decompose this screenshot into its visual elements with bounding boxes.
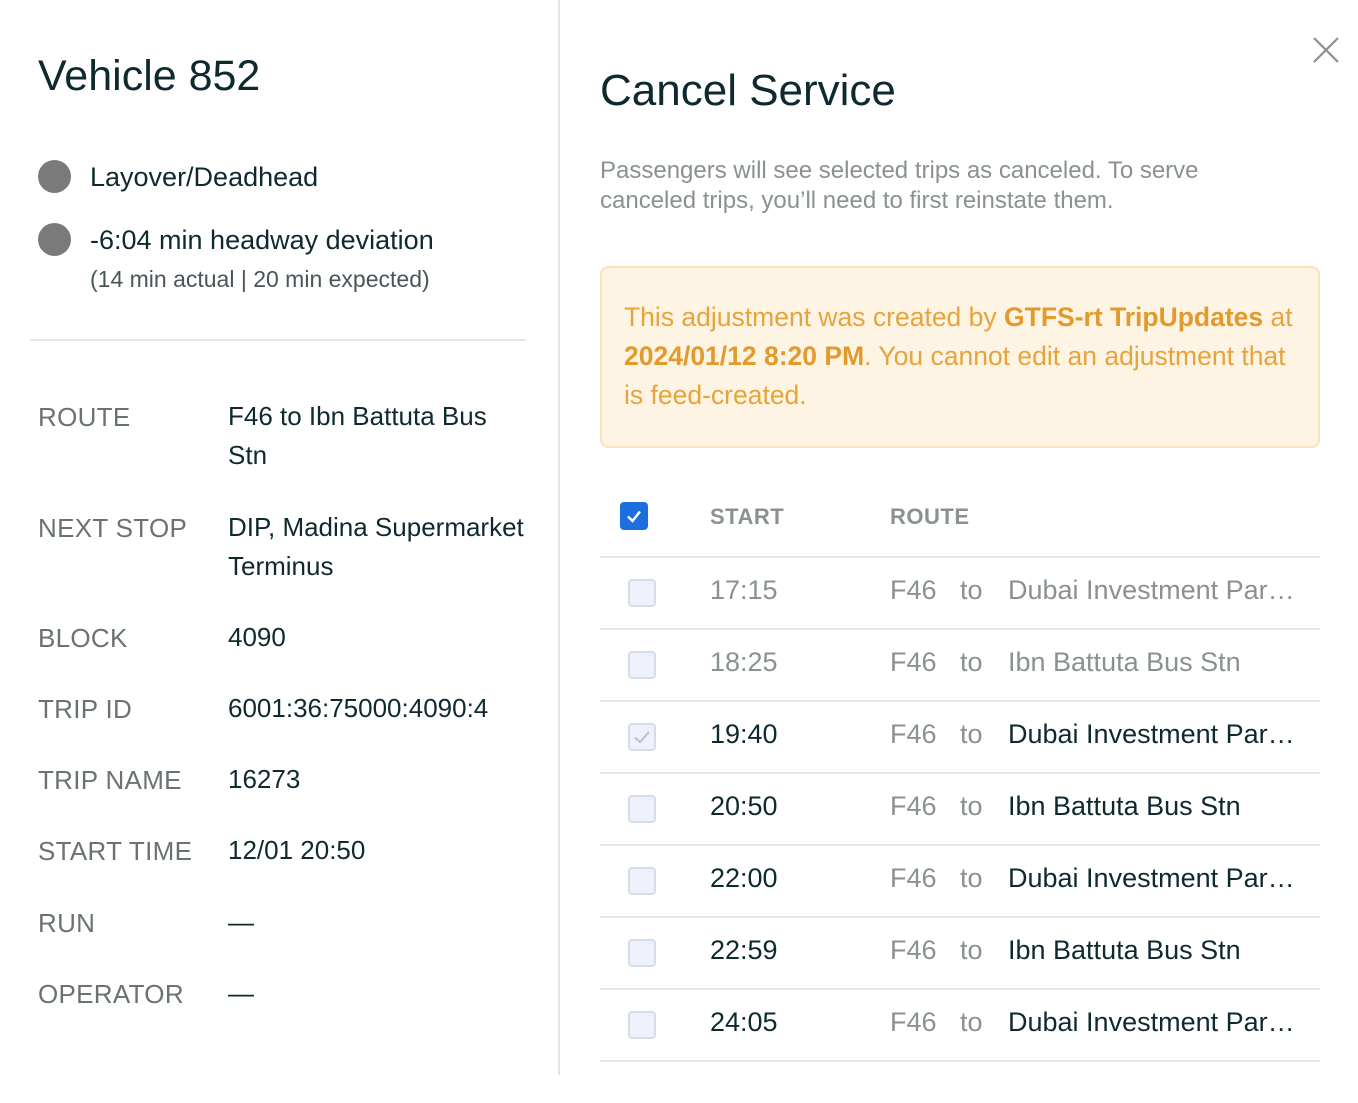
detail-label-trip-name: TRIP NAME	[38, 765, 182, 795]
table-row[interactable]: 22:59 F46 to Ibn Battuta Bus Stn	[600, 918, 1320, 990]
detail-value-trip-name: 16273	[228, 764, 301, 794]
trip-start-time: 24:05	[710, 1007, 778, 1037]
trip-to-label: to	[960, 791, 983, 821]
row-checkbox[interactable]	[628, 651, 656, 679]
trip-route: F46	[890, 575, 937, 605]
table-row[interactable]: 19:40 F46 to Dubai Investment Park (DIP), M…	[600, 702, 1320, 774]
feed-created-alert: This adjustment was created by GTFS-rt T…	[600, 266, 1320, 448]
trip-destination: Ibn Battuta Bus Stn	[1008, 935, 1241, 965]
trip-destination: Ibn Battuta Bus Stn	[1008, 647, 1241, 677]
status-primary-text: Layover/Deadhead	[90, 162, 319, 192]
trip-to-label: to	[960, 719, 983, 749]
trip-route: F46	[890, 647, 937, 677]
alert-text-pre: This adjustment was created by	[624, 302, 1005, 332]
detail-value-operator: —	[228, 978, 254, 1008]
trip-start-time: 18:25	[710, 647, 778, 677]
trip-destination: Dubai Investment Park (DIP), Madina Supe…	[1008, 719, 1298, 749]
detail-label-next-stop: NEXT STOP	[38, 513, 188, 543]
detail-value-route: F46 to Ibn Battuta Bus Stn	[228, 401, 487, 470]
status-dot-icon	[38, 160, 71, 193]
status-layover: Layover/Deadhead	[38, 160, 318, 194]
detail-label-route: ROUTE	[38, 402, 131, 432]
trip-destination: Dubai Investment Park (DIP), Madina Supe…	[1008, 1007, 1298, 1037]
trip-destination: Dubai Investment Park (DIP), Madina Supe…	[1008, 575, 1298, 605]
detail-label-trip-id: TRIP ID	[38, 694, 133, 724]
trip-route: F46	[890, 1007, 937, 1037]
trip-route: F46	[890, 719, 937, 749]
headway-detail: (14 min actual | 20 min expected)	[90, 266, 430, 292]
vehicle-panel: Vehicle 852 Layover/Deadhead -6:04 min h…	[0, 0, 558, 1103]
detail-value-next-stop: DIP, Madina Supermarket Terminus	[228, 512, 524, 581]
alert-text-mid: at	[1263, 302, 1293, 332]
detail-label-start-time: START TIME	[38, 836, 193, 866]
trip-to-label: to	[960, 647, 983, 677]
trip-start-time: 22:59	[710, 935, 778, 965]
trip-start-time: 22:00	[710, 863, 778, 893]
trip-start-time: 17:15	[710, 575, 778, 605]
table-row[interactable]: 18:25 F46 to Ibn Battuta Bus Stn	[600, 630, 1320, 702]
column-header-start[interactable]: START	[710, 504, 784, 530]
status-dot-icon	[38, 223, 71, 256]
detail-label-run: RUN	[38, 908, 96, 938]
table-row[interactable]: 22:00 F46 to Dubai Investment Park (DIP), M…	[600, 846, 1320, 918]
alert-datetime: 2024/01/12 8:20 PM	[624, 341, 865, 371]
trip-to-label: to	[960, 575, 983, 605]
column-header-route[interactable]: ROUTE	[890, 504, 970, 530]
trip-destination: Dubai Investment Park (DIP), Madina Supe…	[1008, 863, 1298, 893]
status-secondary-text: -6:04 min headway deviation	[90, 225, 434, 255]
trip-route: F46	[890, 863, 937, 893]
detail-value-block: 4090	[228, 622, 286, 652]
detail-label-block: BLOCK	[38, 623, 128, 653]
table-body: 17:15 F46 to Dubai Investment Park (DIP), M…	[600, 558, 1320, 1062]
row-checkbox[interactable]	[628, 867, 656, 895]
trip-to-label: to	[960, 863, 983, 893]
trip-start-time: 20:50	[710, 791, 778, 821]
divider	[30, 339, 526, 341]
trip-route: F46	[890, 791, 937, 821]
detail-value-trip-id: 6001:36:75000:4090:4	[228, 693, 489, 723]
row-checkbox[interactable]	[628, 795, 656, 823]
trip-to-label: to	[960, 1007, 983, 1037]
detail-value-start-time: 12/01 20:50	[228, 835, 366, 865]
check-icon	[634, 731, 650, 744]
vehicle-title: Vehicle 852	[38, 52, 261, 100]
table-header: START ROUTE	[600, 484, 1320, 558]
close-icon[interactable]	[1310, 34, 1342, 66]
row-checkbox[interactable]	[628, 723, 656, 751]
trips-table: START ROUTE 17:15 F46 to Dubai Investment P…	[600, 484, 1320, 1062]
close-button[interactable]	[1310, 34, 1342, 66]
trip-destination: Ibn Battuta Bus Stn	[1008, 791, 1241, 821]
table-row[interactable]: 24:05 F46 to Dubai Investment Park (DIP), M…	[600, 990, 1320, 1062]
status-headway: -6:04 min headway deviation	[38, 223, 434, 257]
trip-route: F46	[890, 935, 937, 965]
check-icon	[627, 510, 641, 523]
detail-value-run: —	[228, 907, 254, 937]
table-row[interactable]: 20:50 F46 to Ibn Battuta Bus Stn	[600, 774, 1320, 846]
row-checkbox[interactable]	[628, 939, 656, 967]
trip-to-label: to	[960, 935, 983, 965]
detail-label-operator: OPERATOR	[38, 979, 184, 1009]
row-checkbox[interactable]	[628, 1011, 656, 1039]
table-row[interactable]: 17:15 F46 to Dubai Investment Park (DIP), M…	[600, 558, 1320, 630]
panel-divider	[558, 0, 560, 1075]
trip-start-time: 19:40	[710, 719, 778, 749]
select-all-checkbox[interactable]	[620, 502, 648, 530]
row-checkbox[interactable]	[628, 579, 656, 607]
modal-description: Passengers will see selected trips as ca…	[600, 157, 1199, 214]
modal-title: Cancel Service	[600, 66, 896, 115]
alert-source: GTFS-rt TripUpdates	[1004, 302, 1264, 332]
